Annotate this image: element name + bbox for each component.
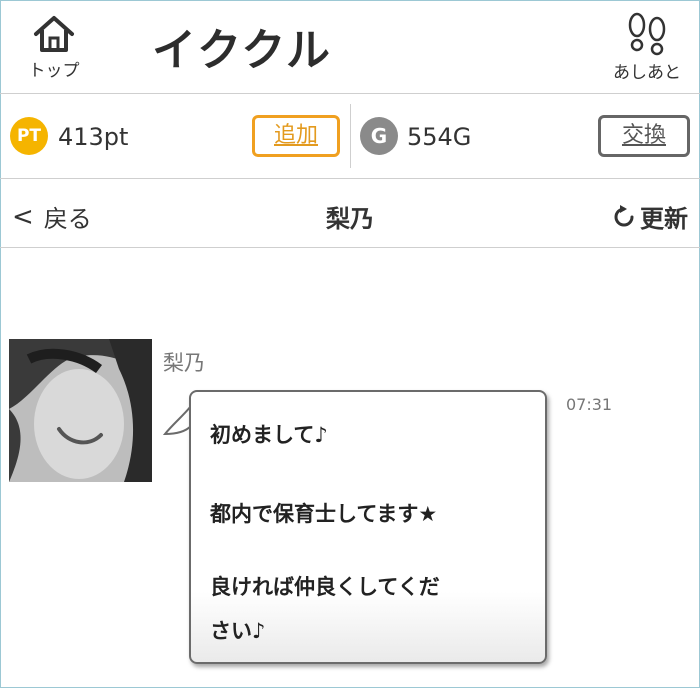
avatar-photo (9, 339, 152, 482)
pt-balance: 413pt (58, 123, 129, 151)
divider (350, 104, 351, 168)
message-line: 良ければ仲良くしてくだ (210, 575, 440, 599)
refresh-icon (614, 204, 634, 226)
pt-icon: PT (10, 117, 48, 155)
refresh-button[interactable]: 更新 (612, 199, 688, 234)
sender-name: 梨乃 (163, 351, 205, 375)
app-header: トップ イククル あしあと (0, 0, 700, 94)
app-logo: イククル (152, 25, 333, 76)
message-line: 初めまして♪ (210, 423, 328, 447)
back-label: 戻る (43, 205, 92, 233)
message-line: さい♪ (210, 619, 266, 643)
g-icon: G (360, 117, 398, 155)
nav-footprints-label: あしあと (613, 63, 681, 83)
add-points-button[interactable]: 追加 (252, 115, 340, 157)
nav-top-label: トップ (28, 61, 80, 81)
message-time: 07:31 (566, 395, 613, 414)
exchange-button[interactable]: 交換 (598, 115, 690, 157)
footprints-icon (628, 12, 666, 56)
refresh-label: 更新 (640, 205, 688, 233)
avatar[interactable] (9, 339, 152, 482)
g-balance: 554G (407, 123, 472, 151)
message-line: 都内で保育士してます★ (210, 502, 438, 526)
title-bar: < 戻る 梨乃 更新 (0, 179, 700, 248)
nav-footprints-button[interactable]: あしあと (602, 12, 692, 83)
chevron-left-icon: < (12, 201, 34, 232)
points-bar: PT 413pt 追加 G 554G 交換 (0, 94, 700, 179)
home-icon (34, 16, 74, 52)
nav-top-button[interactable]: トップ (18, 14, 90, 81)
back-button[interactable]: < 戻る (12, 199, 92, 234)
page-title: 梨乃 (326, 205, 374, 233)
